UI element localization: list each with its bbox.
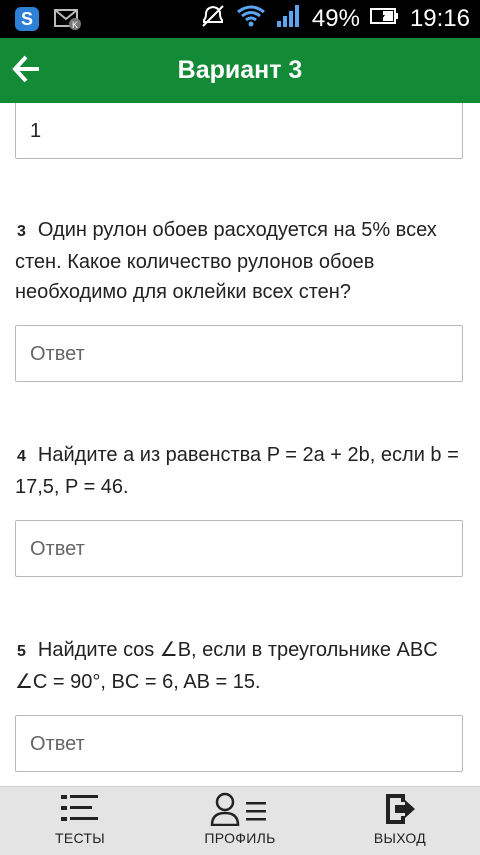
tab-profile[interactable]: ПРОФИЛЬ <box>160 787 320 855</box>
answer-field-4[interactable]: Ответ <box>15 520 463 577</box>
bottom-navigation: ТЕСТЫ ПРОФИЛЬ ВЫХОД <box>0 786 480 855</box>
questions-list[interactable]: 1 3 Один рулон обоев расходуется на 5% вс… <box>0 103 480 786</box>
question-text: Найдите cos ∠B, если в треугольнике ABC … <box>15 639 438 693</box>
wifi-icon <box>236 4 266 35</box>
clock: 19:16 <box>409 5 470 32</box>
mute-icon <box>200 3 226 36</box>
tab-profile-label: ПРОФИЛЬ <box>204 830 276 846</box>
tab-exit-label: ВЫХОД <box>373 830 427 846</box>
exit-icon <box>386 794 415 824</box>
question-number: 3 <box>17 223 26 240</box>
s-app-icon: S <box>14 6 40 37</box>
answer-field-2[interactable]: 1 <box>15 103 463 159</box>
page-title: Вариант 3 <box>177 56 303 84</box>
profile-icon <box>210 792 266 826</box>
mail-notification-icon: K <box>54 7 82 36</box>
tab-exit[interactable]: ВЫХОД <box>320 787 480 855</box>
tab-tests-label: ТЕСТЫ <box>55 830 105 846</box>
answer-field-5[interactable]: Ответ <box>15 715 463 772</box>
question-4: 4 Найдите a из равенства P = 2a + 2b, есл… <box>15 440 465 502</box>
battery-percent: 49% <box>311 5 360 32</box>
question-text: Один рулон обоев расходуется на 5% всех … <box>15 219 437 303</box>
svg-text:S: S <box>21 9 33 29</box>
question-number: 4 <box>17 448 26 465</box>
app-bar: Вариант 3 <box>0 38 480 103</box>
question-3: 3 Один рулон обоев расходуется на 5% всех… <box>15 215 465 307</box>
list-icon <box>61 795 98 821</box>
signal-icon <box>276 4 302 35</box>
question-5: 5 Найдите cos ∠B, если в треугольнике ABC… <box>15 635 465 697</box>
question-number: 5 <box>17 643 26 660</box>
answer-field-3[interactable]: Ответ <box>15 325 463 382</box>
question-text: Найдите a из равенства P = 2a + 2b, если… <box>15 444 459 498</box>
battery-icon <box>369 5 400 33</box>
svg-text:K: K <box>72 20 78 30</box>
tab-tests[interactable]: ТЕСТЫ <box>0 787 160 855</box>
status-bar: S K 49% 19:16 <box>0 0 480 38</box>
